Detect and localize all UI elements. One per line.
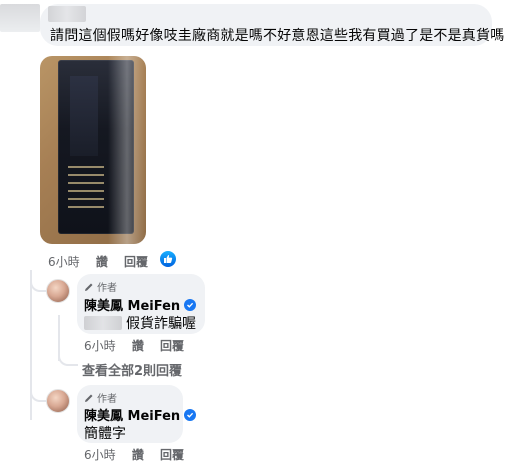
reply-author-name-text-2[interactable]: 陳美鳳 MeiFen — [84, 405, 180, 424]
reply-avatar-2[interactable] — [46, 389, 70, 413]
product-label-band — [70, 76, 98, 156]
author-badge-label: 作者 — [97, 283, 117, 294]
thumbs-up-reaction-icon[interactable] — [160, 251, 176, 267]
comment-time[interactable]: 6小時 — [48, 255, 80, 269]
product-text-lines — [68, 160, 108, 230]
reply-author-name-text[interactable]: 陳美鳳 MeiFen — [84, 295, 180, 314]
reply-time-2[interactable]: 6小時 — [84, 448, 116, 462]
thread-connector — [30, 270, 46, 292]
author-badge: 作者 — [84, 279, 117, 294]
reply-text: 假貨詐騙喔 — [84, 313, 196, 333]
reply-reply-button-2[interactable]: 回覆 — [160, 448, 184, 462]
reply-button[interactable]: 回覆 — [124, 255, 148, 269]
author-badge-label-2: 作者 — [97, 394, 117, 405]
reply-like-button-2[interactable]: 讚 — [132, 448, 144, 462]
mention-redacted[interactable] — [84, 316, 122, 330]
comment-actions: 6小時 讚 回覆 — [48, 253, 160, 270]
comment-text: 請問這個假嗎好像吱圭廠商就是嗎不好意恩這些我有買過了是不是真貨嗎 — [50, 28, 505, 44]
verified-badge-icon — [184, 408, 197, 421]
reply-time[interactable]: 6小時 — [84, 339, 116, 353]
pencil-icon — [85, 283, 93, 291]
reply-actions: 6小時 讚 回覆 — [84, 337, 196, 354]
photo-glare — [108, 56, 146, 244]
reply-author-name[interactable]: 陳美鳳 MeiFen — [84, 295, 197, 314]
reply-reply-button[interactable]: 回覆 — [160, 339, 184, 353]
commenter-name-redacted[interactable] — [48, 6, 86, 22]
reply-text-content: 假貨詐騙喔 — [126, 316, 196, 332]
reply-avatar[interactable] — [46, 279, 70, 303]
reply-text-2: 簡體字 — [84, 426, 126, 442]
author-badge-2: 作者 — [84, 390, 117, 405]
reply-author-name-2[interactable]: 陳美鳳 MeiFen — [84, 405, 197, 424]
pencil-icon — [85, 394, 93, 402]
view-more-replies-link[interactable]: 查看全部2則回覆 — [82, 360, 182, 379]
thread-connector-2 — [30, 380, 46, 402]
like-button[interactable]: 讚 — [96, 255, 108, 269]
verified-badge-icon — [184, 298, 197, 311]
commenter-avatar[interactable] — [0, 4, 40, 32]
comment-photo[interactable] — [40, 56, 146, 244]
reply-actions-2: 6小時 讚 回覆 — [84, 446, 196, 463]
reply-like-button[interactable]: 讚 — [132, 339, 144, 353]
view-more-connector — [58, 352, 78, 366]
